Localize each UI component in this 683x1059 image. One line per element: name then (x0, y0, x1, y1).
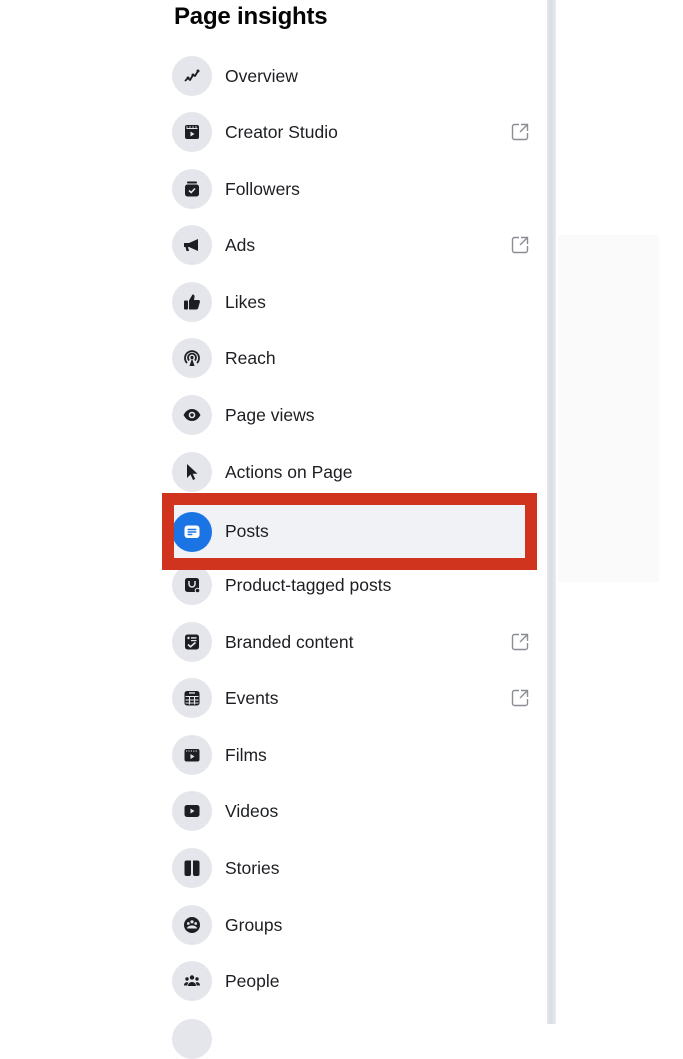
calendar-icon (172, 678, 212, 718)
sidebar-item-reach[interactable]: Reach (172, 336, 530, 380)
sidebar-item-likes[interactable]: Likes (172, 280, 530, 324)
sidebar-item-actions-on-page[interactable]: Actions on Page (172, 450, 530, 494)
sidebar-item-branded-content[interactable]: Branded content (172, 620, 530, 664)
main-content-panel (558, 235, 659, 582)
sidebar-item-label: Videos (225, 800, 279, 821)
sidebar-item-label: Posts (225, 521, 269, 541)
sidebar-item-films[interactable]: Films (172, 733, 530, 777)
book-icon (172, 848, 212, 888)
cursor-icon (172, 452, 212, 492)
sidebar-item-label: Page views (225, 404, 315, 425)
external-link-icon[interactable] (510, 632, 530, 652)
sidebar-item-label: Events (225, 687, 279, 708)
sidebar-item-label: Followers (225, 178, 300, 199)
sidebar-item-groups[interactable]: Groups (172, 903, 530, 947)
page-insights-sidebar: Page insights Overview Creator Studio Fo… (0, 0, 547, 1059)
megaphone-icon (172, 225, 212, 265)
sidebar-item-page-views[interactable]: Page views (172, 393, 530, 437)
sidebar-title: Page insights (174, 3, 328, 30)
external-link-icon[interactable] (510, 235, 530, 255)
sidebar-item-label: Reach (225, 347, 276, 368)
sidebar-item-people[interactable]: People (172, 959, 530, 1003)
film-icon (172, 735, 212, 775)
external-link-icon[interactable] (510, 688, 530, 708)
thumbs-up-icon (172, 282, 212, 322)
trend-line-icon (172, 56, 212, 96)
shopping-tag-icon (172, 565, 212, 605)
sidebar-item-overview[interactable]: Overview (172, 54, 530, 98)
people-icon (172, 961, 212, 1001)
sidebar-item-creator-studio[interactable]: Creator Studio (172, 110, 530, 154)
sidebar-item-label: Likes (225, 291, 266, 312)
inbox-check-icon (172, 169, 212, 209)
sidebar-item-label: Branded content (225, 631, 354, 652)
sidebar-item-product-tagged-posts[interactable]: Product-tagged posts (172, 563, 530, 607)
groups-icon (172, 905, 212, 945)
sidebar-item-label: Product-tagged posts (225, 574, 392, 595)
sidebar-item-label: Overview (225, 65, 298, 86)
sidebar-item-ads[interactable]: Ads (172, 223, 530, 267)
broadcast-icon (172, 338, 212, 378)
sidebar-item-label: Ads (225, 234, 256, 255)
sidebar-item-label: Films (225, 744, 267, 765)
sidebar-item-videos[interactable]: Videos (172, 789, 530, 833)
eye-icon (172, 395, 212, 435)
sidebar-item-label: Groups (225, 914, 283, 935)
sidebar-item-posts[interactable]: Posts (172, 505, 525, 558)
checklist-icon (172, 622, 212, 662)
external-link-icon[interactable] (510, 122, 530, 142)
sidebar-item-label: Stories (225, 857, 280, 878)
sidebar-item-label: Creator Studio (225, 121, 338, 142)
clapperboard-icon (172, 112, 212, 152)
next-item-icon-partial (172, 1019, 212, 1059)
sidebar-item-label: People (225, 970, 280, 991)
sidebar-item-followers[interactable]: Followers (172, 167, 530, 211)
sidebar-item-label: Actions on Page (225, 461, 353, 482)
play-icon (172, 791, 212, 831)
post-icon (172, 511, 212, 552)
sidebar-scrollbar[interactable] (547, 0, 556, 1024)
sidebar-item-events[interactable]: Events (172, 676, 530, 720)
sidebar-item-stories[interactable]: Stories (172, 846, 530, 890)
